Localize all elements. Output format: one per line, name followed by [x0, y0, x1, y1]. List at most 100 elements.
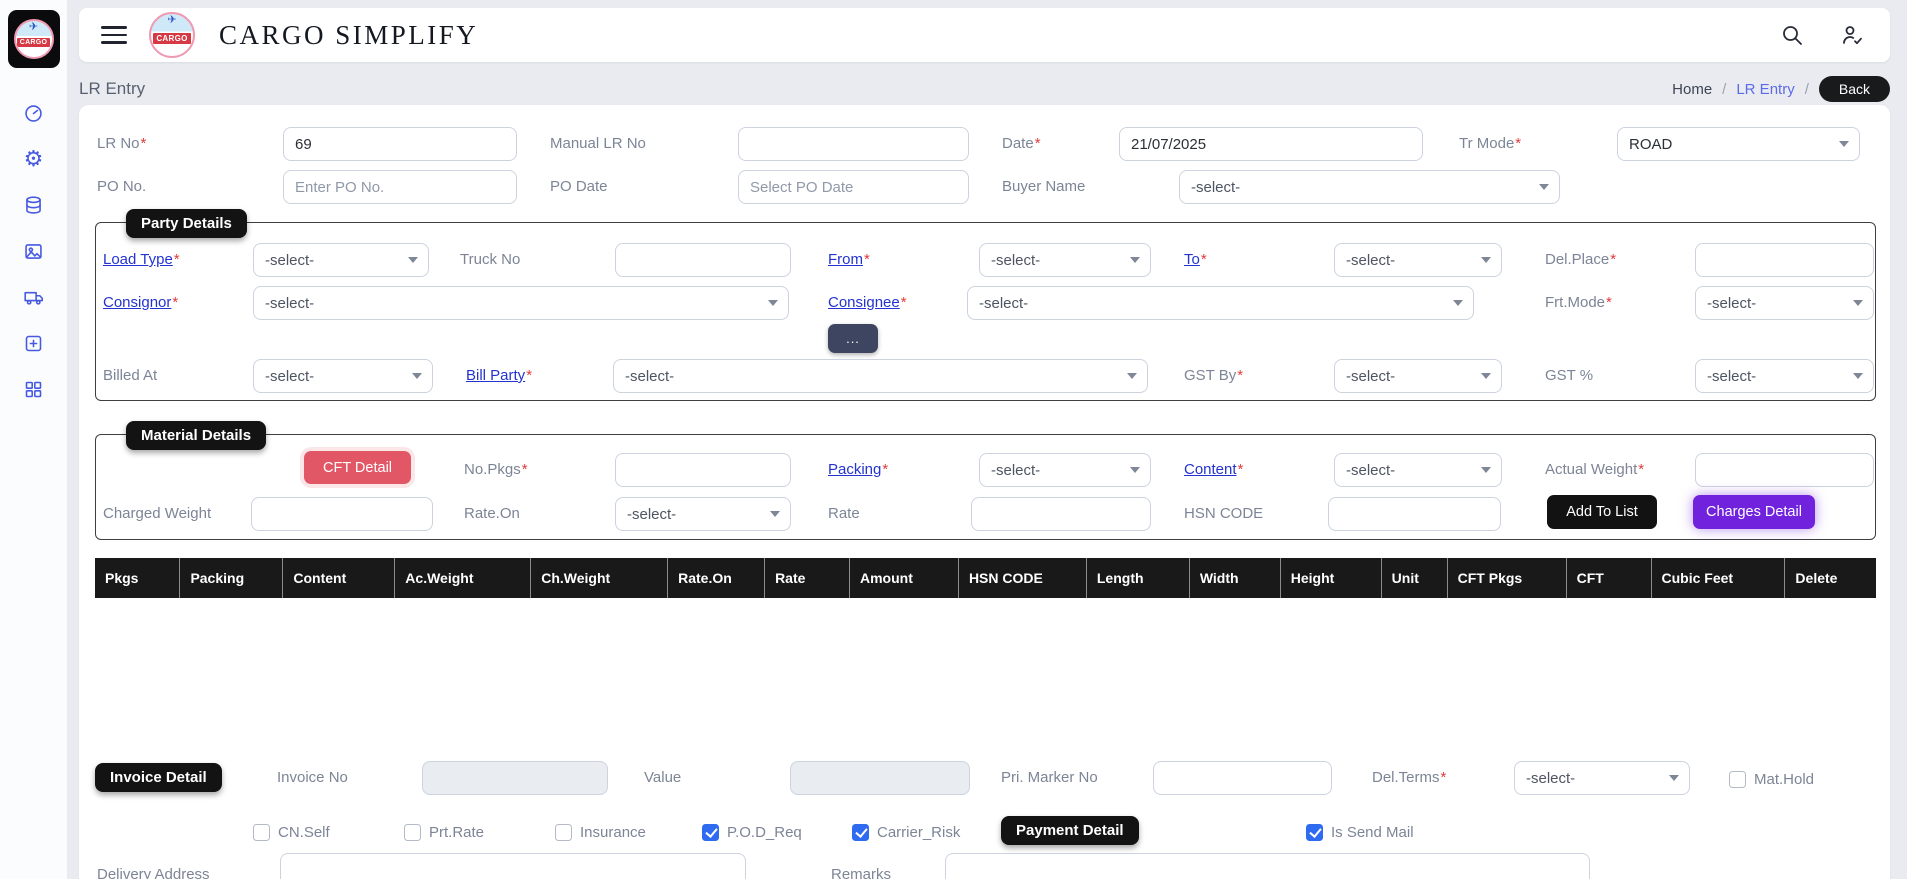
image-icon[interactable]: [23, 240, 45, 262]
is-send-mail-checkbox[interactable]: Is Send Mail: [1306, 821, 1414, 843]
from-select[interactable]: -select-: [979, 243, 1151, 277]
plane-icon: ✈: [167, 15, 176, 26]
del-place-input[interactable]: [1695, 243, 1874, 277]
from-link[interactable]: From: [828, 251, 863, 268]
gst-by-label: GST By*: [1184, 359, 1243, 393]
cn-self-checkbox[interactable]: CN.Self: [253, 821, 330, 843]
required-asterisk: *: [172, 294, 178, 311]
insurance-checkbox[interactable]: Insurance: [555, 821, 646, 843]
po-date-input[interactable]: [738, 170, 969, 204]
buyer-name-label: Buyer Name: [1002, 170, 1085, 204]
gear-icon[interactable]: ⚙: [23, 148, 45, 170]
content-link[interactable]: Content: [1184, 461, 1237, 478]
delivery-address-input[interactable]: [280, 853, 746, 879]
consignee-more-button[interactable]: ...: [828, 324, 878, 353]
breadcrumb-home-link[interactable]: Home: [1672, 81, 1712, 98]
is-send-mail-checkbox-box: [1306, 824, 1323, 841]
breadcrumb-row: LR Entry Home / LR Entry / Back: [79, 76, 1890, 102]
packing-select[interactable]: -select-: [979, 453, 1151, 487]
pri-marker-no-label: Pri. Marker No: [1001, 761, 1098, 795]
consignor-link[interactable]: Consignor: [103, 294, 171, 311]
consignee-select[interactable]: -select-: [967, 286, 1474, 320]
chevron-down-icon: [1481, 373, 1491, 379]
del-place-label: Del.Place*: [1545, 243, 1616, 277]
chevron-down-icon: [768, 300, 778, 306]
gst-by-select[interactable]: -select-: [1334, 359, 1502, 393]
consignee-link[interactable]: Consignee: [828, 294, 900, 311]
po-no-input[interactable]: [283, 170, 517, 204]
charges-detail-button[interactable]: Charges Detail: [1693, 495, 1815, 529]
required-asterisk: *: [1237, 367, 1243, 384]
carrier-risk-checkbox[interactable]: Carrier_Risk: [852, 821, 960, 843]
no-pkgs-label: No.Pkgs*: [464, 453, 528, 487]
frt-mode-select[interactable]: -select-: [1695, 286, 1874, 320]
truck-no-input[interactable]: [615, 243, 791, 277]
rate-on-label: Rate.On: [464, 497, 520, 531]
grid-icon[interactable]: [23, 378, 45, 400]
delivery-address-label: Delivery Address: [97, 858, 210, 879]
packing-link[interactable]: Packing: [828, 461, 881, 478]
po-date-label: PO Date: [550, 170, 608, 204]
prt-rate-checkbox-box: [404, 824, 421, 841]
billed-at-select[interactable]: -select-: [253, 359, 433, 393]
consignor-select[interactable]: -select-: [253, 286, 789, 320]
plus-square-icon[interactable]: [23, 332, 45, 354]
consignee-label: Consignee*: [828, 286, 907, 320]
back-button[interactable]: Back: [1819, 76, 1890, 102]
search-icon[interactable]: [1780, 23, 1804, 47]
insurance-checkbox-box: [555, 824, 572, 841]
logo-text: CARGO: [16, 37, 52, 48]
to-link[interactable]: To: [1184, 251, 1200, 268]
mat-hold-checkbox-box: [1729, 771, 1746, 788]
tr-mode-select[interactable]: ROAD: [1617, 127, 1860, 161]
lr-no-input[interactable]: [283, 127, 517, 161]
chevron-down-icon: [408, 257, 418, 263]
cft-detail-button[interactable]: CFT Detail: [304, 451, 411, 484]
bill-party-select[interactable]: -select-: [613, 359, 1148, 393]
cargo-logo: ✈ CARGO: [14, 19, 54, 59]
mat-hold-checkbox[interactable]: Mat.Hold: [1729, 768, 1814, 790]
database-icon[interactable]: [23, 194, 45, 216]
remarks-input[interactable]: [945, 853, 1590, 879]
load-type-select[interactable]: -select-: [253, 243, 429, 277]
packing-label: Packing*: [828, 453, 888, 487]
carrier-risk-label: Carrier_Risk: [877, 824, 960, 841]
chevron-down-icon: [1853, 300, 1863, 306]
actual-weight-input[interactable]: [1695, 453, 1874, 487]
required-asterisk: *: [522, 461, 528, 478]
breadcrumb-current-link[interactable]: LR Entry: [1736, 81, 1794, 98]
sidebar-logo-box[interactable]: ✈ CARGO: [8, 10, 60, 68]
rate-input[interactable]: [971, 497, 1151, 531]
del-terms-label: Del.Terms*: [1372, 761, 1446, 795]
chevron-down-icon: [1481, 257, 1491, 263]
gst-pct-select[interactable]: -select-: [1695, 359, 1874, 393]
hsn-code-input[interactable]: [1328, 497, 1501, 531]
pri-marker-no-input[interactable]: [1153, 761, 1332, 795]
user-check-icon[interactable]: [1840, 23, 1864, 47]
logo-text: CARGO: [152, 32, 191, 45]
lr-entry-form-card: LR No* Manual LR No Date* Tr Mode* ROAD …: [79, 105, 1890, 879]
to-select[interactable]: -select-: [1334, 243, 1502, 277]
pod-req-checkbox[interactable]: P.O.D_Req: [702, 821, 802, 843]
prt-rate-checkbox[interactable]: Prt.Rate: [404, 821, 484, 843]
chevron-down-icon: [412, 373, 422, 379]
truck-icon[interactable]: [23, 286, 45, 308]
lr-no-label: LR No*: [97, 127, 146, 161]
content-select[interactable]: -select-: [1334, 453, 1502, 487]
manual-lr-no-label: Manual LR No: [550, 127, 646, 161]
chevron-down-icon: [1853, 373, 1863, 379]
buyer-name-select[interactable]: -select-: [1179, 170, 1560, 204]
th-packing: Packing: [180, 558, 283, 598]
load-type-link[interactable]: Load Type: [103, 251, 173, 268]
gauge-icon[interactable]: [23, 102, 45, 124]
manual-lr-no-input[interactable]: [738, 127, 969, 161]
th-length: Length: [1086, 558, 1189, 598]
menu-icon[interactable]: [101, 26, 127, 44]
bill-party-link[interactable]: Bill Party: [466, 367, 525, 384]
charged-weight-input[interactable]: [251, 497, 433, 531]
add-to-list-button[interactable]: Add To List: [1547, 495, 1657, 529]
no-pkgs-input[interactable]: [615, 453, 791, 487]
rate-on-select[interactable]: -select-: [615, 497, 791, 531]
del-terms-select[interactable]: -select-: [1514, 761, 1690, 795]
date-input[interactable]: [1119, 127, 1423, 161]
